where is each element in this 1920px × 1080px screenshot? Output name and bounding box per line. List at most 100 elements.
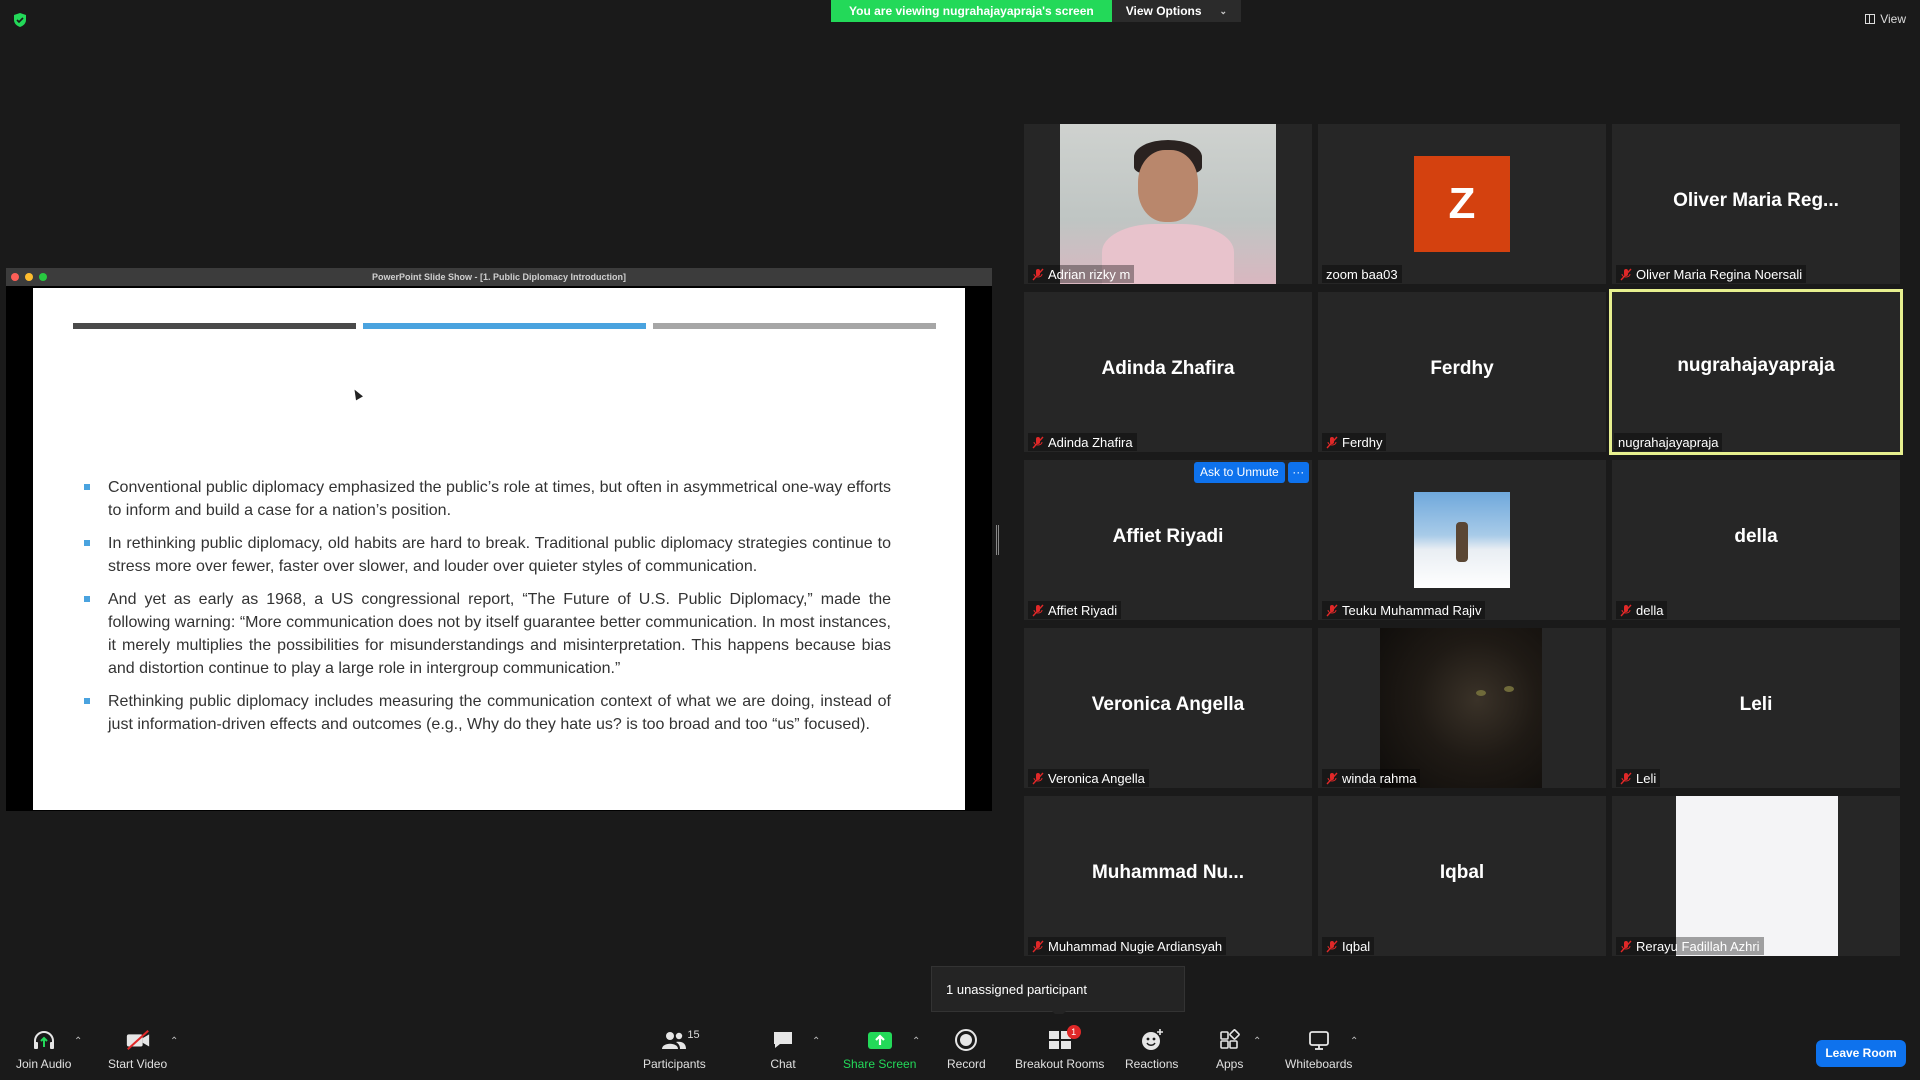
participant-name: della <box>1636 602 1664 618</box>
leave-room-button[interactable]: Leave Room <box>1816 1040 1906 1067</box>
participant-tile[interactable]: della della <box>1612 460 1900 620</box>
mic-muted-icon <box>1032 940 1044 952</box>
participants-button[interactable]: 15 Participants <box>643 1028 706 1071</box>
participant-name: Oliver Maria Regina Noersali <box>1636 266 1803 282</box>
participant-name: Adrian rizky m <box>1048 266 1131 282</box>
participant-name: Adinda Zhafira <box>1048 434 1133 450</box>
more-options-button[interactable]: ··· <box>1287 462 1309 483</box>
participant-name: Affiet Riyadi <box>1048 602 1118 618</box>
participant-tile[interactable]: Adrian rizky m <box>1024 124 1312 284</box>
participant-display-name: Adinda Zhafira <box>1101 358 1235 379</box>
mic-muted-icon <box>1620 268 1632 280</box>
reactions-button[interactable]: Reactions <box>1125 1028 1178 1071</box>
view-options-button[interactable]: View Options ⌄ <box>1111 0 1242 22</box>
video-options-caret-icon[interactable]: ⌃ <box>170 1036 178 1047</box>
participant-name-label: zoom baa03 <box>1322 265 1402 283</box>
record-icon <box>955 1029 978 1051</box>
chevron-down-icon: ⌄ <box>1219 6 1228 16</box>
breakout-badge: 1 <box>1066 1025 1081 1039</box>
participant-tile[interactable]: Teuku Muhammad Rajiv <box>1318 460 1606 620</box>
participant-tile[interactable]: Oliver Maria Reg... Oliver Maria Regina … <box>1612 124 1900 284</box>
share-options-caret-icon[interactable]: ⌃ <box>912 1036 920 1047</box>
participant-name-label: della <box>1616 601 1668 619</box>
participant-display-name: Iqbal <box>1439 862 1485 883</box>
screen-share-banner: You are viewing nugrahajayapraja's scree… <box>831 0 1242 22</box>
participant-tile[interactable]: Z zoom baa03 <box>1318 124 1606 284</box>
participant-tile[interactable]: Ferdhy Ferdhy <box>1318 292 1606 452</box>
participant-avatar: Z <box>1414 156 1510 252</box>
chat-button[interactable]: Chat <box>770 1028 796 1071</box>
share-screen-icon <box>867 1032 892 1049</box>
chat-options-caret-icon[interactable]: ⌃ <box>812 1036 820 1047</box>
view-label: View <box>1880 12 1906 26</box>
participant-name-label: Leli <box>1616 769 1661 787</box>
participants-label: Participants <box>643 1057 706 1071</box>
participant-name: zoom baa03 <box>1326 266 1398 282</box>
apps-label: Apps <box>1216 1057 1244 1071</box>
participant-name: Muhammad Nugie Ardiansyah <box>1048 938 1223 954</box>
participant-video <box>1676 796 1838 956</box>
participant-name: Rerayu Fadillah Azhri <box>1636 938 1760 954</box>
participant-name-label: Rerayu Fadillah Azhri <box>1616 937 1764 955</box>
mic-muted-icon <box>1326 940 1338 952</box>
participant-display-name: nugrahajayapraja <box>1677 355 1835 376</box>
record-button[interactable]: Record <box>947 1028 986 1071</box>
share-screen-label: Share Screen <box>843 1057 917 1071</box>
whiteboards-button[interactable]: Whiteboards <box>1285 1028 1352 1071</box>
ask-to-unmute-group: Ask to Unmute ··· <box>1194 462 1309 483</box>
headphones-icon <box>33 1031 54 1049</box>
view-button[interactable]: View <box>1865 12 1906 26</box>
join-audio-button[interactable]: Join Audio <box>16 1028 71 1071</box>
ask-to-unmute-button[interactable]: Ask to Unmute <box>1194 462 1285 483</box>
start-video-button[interactable]: Start Video <box>108 1028 167 1071</box>
whiteboards-label: Whiteboards <box>1285 1057 1353 1071</box>
breakout-rooms-label: Breakout Rooms <box>1015 1057 1105 1071</box>
shared-screen[interactable]: PowerPoint Slide Show - [1. Public Diplo… <box>6 268 992 811</box>
slide-bullet: In rethinking public diplomacy, old habi… <box>83 532 891 578</box>
window-titlebar: PowerPoint Slide Show - [1. Public Diplo… <box>6 268 992 286</box>
whiteboard-icon <box>1308 1031 1329 1050</box>
participant-display-name: Leli <box>1739 694 1773 715</box>
view-layout-icon <box>1865 14 1876 24</box>
participant-display-name: Oliver Maria Reg... <box>1673 190 1839 211</box>
participant-tile[interactable]: winda rahma <box>1318 628 1606 788</box>
participant-name: Teuku Muhammad Rajiv <box>1342 602 1482 618</box>
slide-bar-gray <box>653 323 936 329</box>
whiteboard-options-caret-icon[interactable]: ⌃ <box>1350 1036 1358 1047</box>
participant-tile[interactable]: Affiet Riyadi Affiet Riyadi <box>1024 460 1312 620</box>
participants-icon <box>662 1032 687 1049</box>
participant-avatar <box>1414 492 1510 588</box>
participant-tile[interactable]: Leli Leli <box>1612 628 1900 788</box>
apps-button[interactable]: Apps <box>1216 1028 1243 1071</box>
window-title: PowerPoint Slide Show - [1. Public Diplo… <box>371 272 627 282</box>
unassigned-participant-popup[interactable]: 1 unassigned participant <box>931 966 1185 1018</box>
security-shield-icon[interactable] <box>12 12 28 28</box>
slide: Conventional public diplomacy emphasized… <box>33 288 965 810</box>
participant-name: winda rahma <box>1342 770 1417 786</box>
participant-name-label: Veronica Angella <box>1028 769 1149 787</box>
participant-name-label: Oliver Maria Regina Noersali <box>1616 265 1807 283</box>
participant-name: Ferdhy <box>1342 434 1383 450</box>
mic-muted-icon <box>1620 940 1632 952</box>
participant-display-name: Muhammad Nu... <box>1091 862 1244 883</box>
share-screen-button[interactable]: Share Screen <box>843 1028 916 1071</box>
participant-name-label: nugrahajayapraja <box>1614 433 1723 451</box>
participant-display-name: Veronica Angella <box>1091 694 1245 715</box>
chat-icon <box>774 1032 792 1048</box>
panel-splitter-handle[interactable] <box>996 525 999 555</box>
participant-tile[interactable]: Iqbal Iqbal <box>1318 796 1606 956</box>
participant-display-name: Ferdhy <box>1430 358 1494 379</box>
participant-tile-active-speaker[interactable]: nugrahajayapraja nugrahajayapraja <box>1609 289 1903 455</box>
mic-muted-icon <box>1032 604 1044 616</box>
participant-tile[interactable]: Rerayu Fadillah Azhri <box>1612 796 1900 956</box>
participant-tile[interactable]: Muhammad Nu... Muhammad Nugie Ardiansyah <box>1024 796 1312 956</box>
slide-bullet-list: Conventional public diplomacy emphasized… <box>83 476 891 746</box>
participant-tile[interactable]: Veronica Angella Veronica Angella <box>1024 628 1312 788</box>
join-audio-label: Join Audio <box>16 1057 72 1071</box>
slide-bar-blue <box>363 323 646 329</box>
breakout-rooms-button[interactable]: 1 Breakout Rooms <box>1015 1025 1105 1071</box>
apps-options-caret-icon[interactable]: ⌃ <box>1253 1036 1261 1047</box>
participant-tile[interactable]: Adinda Zhafira Adinda Zhafira <box>1024 292 1312 452</box>
audio-options-caret-icon[interactable]: ⌃ <box>74 1036 82 1047</box>
slide-bullet: Rethinking public diplomacy includes mea… <box>83 690 891 736</box>
